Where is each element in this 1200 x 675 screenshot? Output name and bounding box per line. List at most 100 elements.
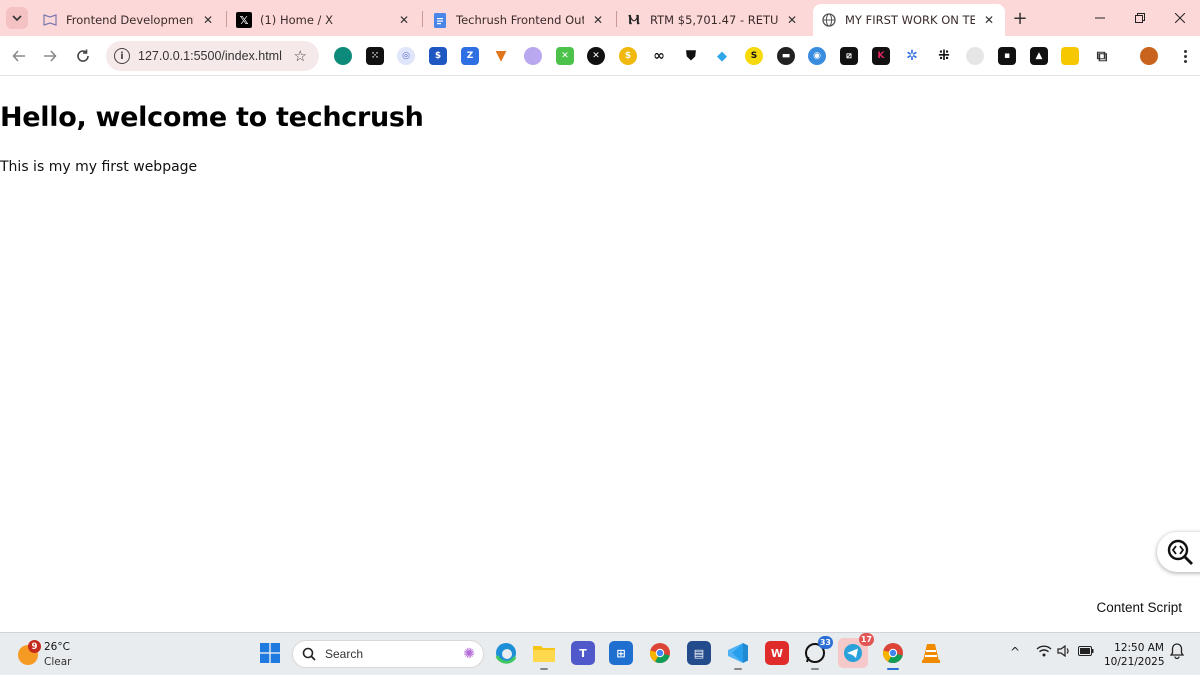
extension-shield-icon[interactable]: ⛊	[682, 47, 700, 65]
extension-x-circle-icon[interactable]: ✕	[587, 47, 605, 65]
extension-blue-square-icon[interactable]: $	[429, 47, 447, 65]
extension-yellow-square-icon[interactable]	[1061, 47, 1079, 65]
m-logo-icon: Ⲙ	[628, 12, 640, 28]
tab-techrush-outline[interactable]: Techrush Frontend Outline - ✕	[424, 4, 614, 36]
extension-teal-icon[interactable]	[334, 47, 352, 65]
bookmark-star-icon[interactable]: ☆	[294, 47, 307, 65]
chrome-profile-icon[interactable]	[881, 641, 905, 670]
tab-rtm[interactable]: Ⲙ RTM $5,701.47 - RETURN TO ✕	[618, 4, 808, 36]
tab-title: Frontend Development - Re	[66, 13, 194, 27]
chrome-icon[interactable]	[648, 641, 672, 665]
close-icon[interactable]: ✕	[590, 12, 606, 28]
notification-bell-icon[interactable]	[1169, 643, 1185, 662]
browser-menu-button[interactable]	[1178, 45, 1192, 67]
extension-z-icon[interactable]: Z	[461, 47, 479, 65]
taskbar-search[interactable]: Search ✺	[292, 640, 484, 668]
tab-title: MY FIRST WORK ON TECHC	[845, 13, 975, 27]
extension-ghost-icon[interactable]: ▲	[1030, 47, 1048, 65]
extension-grey-circle-icon[interactable]	[966, 47, 984, 65]
code-extension-button[interactable]	[1157, 532, 1200, 572]
vscode-icon[interactable]	[726, 641, 750, 670]
tab-my-first-work[interactable]: MY FIRST WORK ON TECHC ✕	[813, 4, 1005, 36]
tab-title: (1) Home / X	[260, 13, 333, 27]
page-paragraph: This is my my first webpage	[0, 159, 198, 175]
new-tab-button[interactable]: +	[1010, 8, 1030, 29]
reload-button[interactable]	[72, 45, 94, 67]
tab-separator	[226, 11, 227, 27]
vlc-icon[interactable]	[919, 641, 943, 665]
edge-browser-icon[interactable]	[494, 641, 518, 665]
extension-green-x-icon[interactable]: ✕	[556, 47, 574, 65]
close-icon[interactable]: ✕	[396, 12, 412, 28]
volume-icon[interactable]	[1057, 644, 1071, 660]
close-icon	[1175, 13, 1185, 23]
extension-wave-icon[interactable]	[524, 47, 542, 65]
tab-home-x[interactable]: 𝕏 (1) Home / X ✕	[228, 4, 420, 36]
extension-diamond-icon[interactable]: ◆	[713, 47, 731, 65]
extension-black-diagonal-icon[interactable]: ⧄	[840, 47, 858, 65]
code-magnifier-icon	[1167, 539, 1193, 565]
x-logo-icon: 𝕏	[236, 12, 252, 28]
back-button[interactable]	[8, 45, 30, 67]
windows-start-button[interactable]	[258, 641, 282, 665]
whatsapp-icon[interactable]: 33	[803, 636, 833, 670]
profile-avatar[interactable]	[1140, 47, 1158, 65]
weather-widget[interactable]: 9 26°C Clear	[16, 638, 86, 672]
file-explorer-icon[interactable]	[532, 641, 556, 670]
close-window-button[interactable]	[1160, 6, 1200, 30]
forward-button[interactable]	[39, 45, 61, 67]
running-indicator	[734, 668, 742, 670]
arrow-right-icon	[44, 50, 57, 62]
extension-swirl-icon[interactable]: ✲	[903, 47, 921, 65]
extension-terminal-icon[interactable]: ▪	[998, 47, 1016, 65]
extension-infinity-icon[interactable]: ∞	[650, 47, 668, 65]
wifi-icon[interactable]	[1036, 645, 1052, 660]
extension-dice-icon[interactable]: ⁙	[366, 47, 384, 65]
info-icon[interactable]: i	[114, 48, 130, 64]
extension-blue-circle-icon[interactable]: ◉	[808, 47, 826, 65]
metamask-fox-icon[interactable]: ▼	[492, 47, 510, 65]
minimize-button[interactable]	[1080, 6, 1120, 30]
weather-condition: Clear	[44, 656, 72, 668]
tab-frontend-development[interactable]: Frontend Development - Re ✕	[34, 4, 224, 36]
content-script-label: Content Script	[1096, 600, 1182, 615]
printer-app-icon[interactable]: ▤	[687, 641, 711, 665]
close-icon[interactable]: ✕	[981, 12, 997, 28]
windows-logo-icon	[260, 643, 280, 663]
clock-time: 12:50 AM	[1114, 642, 1164, 654]
extension-gold-icon[interactable]: $	[619, 47, 637, 65]
tab-search-button[interactable]	[6, 7, 28, 29]
windows-taskbar: 9 26°C Clear Search ✺ T ⊞ ▤ W 33 17 ^ 12…	[0, 632, 1200, 675]
clock-date: 10/21/2025	[1104, 656, 1165, 668]
battery-icon[interactable]	[1078, 645, 1094, 659]
arrow-left-icon	[12, 50, 25, 62]
extension-red-k-icon[interactable]: K	[872, 47, 890, 65]
system-clock[interactable]: 12:50 AM 10/21/2025	[1104, 641, 1165, 669]
book-icon	[42, 12, 58, 28]
microsoft-store-icon[interactable]: ⊞	[609, 641, 633, 665]
tab-strip: Frontend Development - Re ✕ 𝕏 (1) Home /…	[0, 0, 1200, 36]
telegram-unread-badge: 17	[858, 633, 874, 646]
extension-yellow-s-icon[interactable]: S	[745, 47, 763, 65]
show-hidden-icons-button[interactable]: ^	[1010, 645, 1020, 659]
telegram-icon[interactable]: 17	[838, 633, 874, 668]
wps-office-icon[interactable]: W	[765, 641, 789, 665]
running-indicator	[887, 668, 899, 670]
search-label: Search	[325, 647, 364, 661]
close-icon[interactable]: ✕	[784, 12, 800, 28]
restore-button[interactable]	[1120, 6, 1160, 30]
weather-badge: 9	[28, 640, 41, 653]
extension-dark-pill-icon[interactable]: ▬	[777, 47, 795, 65]
tab-title: Techrush Frontend Outline -	[456, 13, 584, 27]
tab-separator	[422, 11, 423, 27]
restore-icon	[1135, 13, 1145, 23]
extensions-puzzle-icon[interactable]: ⧉	[1093, 47, 1111, 65]
extension-globe-icon[interactable]: ◎	[397, 47, 415, 65]
address-bar[interactable]: i 127.0.0.1:5500/index.html ☆	[106, 41, 319, 71]
chevron-down-icon	[12, 15, 22, 22]
reload-icon	[77, 49, 89, 62]
browser-window: Frontend Development - Re ✕ 𝕏 (1) Home /…	[0, 0, 1200, 675]
close-icon[interactable]: ✕	[200, 12, 216, 28]
teams-icon[interactable]: T	[571, 641, 595, 665]
extension-dots-icon[interactable]: ⁜	[935, 47, 953, 65]
